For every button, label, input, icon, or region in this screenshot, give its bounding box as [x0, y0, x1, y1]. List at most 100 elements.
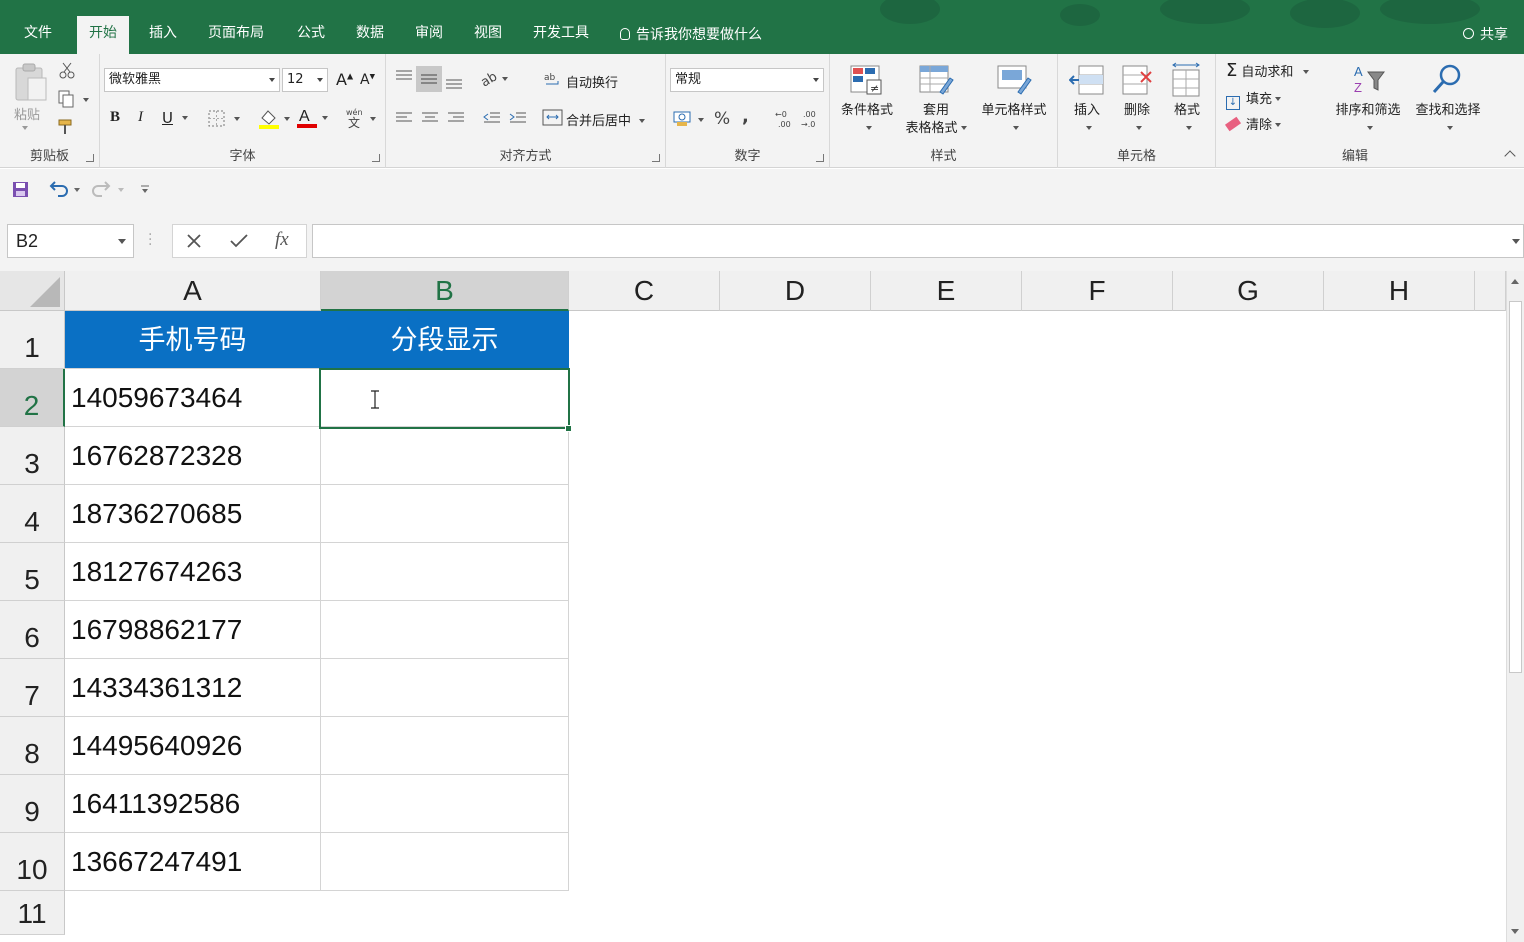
confirm-entry-button[interactable]	[229, 232, 249, 254]
column-header-partial[interactable]	[1475, 271, 1506, 311]
redo-button[interactable]	[92, 179, 128, 203]
cell-a10[interactable]: 13667247491	[65, 833, 321, 891]
percent-button[interactable]: %	[714, 109, 730, 129]
underline-dropdown-icon[interactable]	[182, 116, 188, 120]
format-cells-button[interactable]: 格式	[1164, 62, 1210, 138]
accounting-format-button[interactable]	[672, 108, 708, 134]
cell-b7[interactable]	[321, 659, 569, 717]
align-left-button[interactable]	[394, 110, 414, 130]
tab-insert[interactable]: 插入	[137, 16, 189, 54]
align-top-button[interactable]	[394, 68, 414, 92]
cell-b6[interactable]	[321, 601, 569, 659]
column-header-f[interactable]: F	[1022, 271, 1173, 311]
font-size-combo[interactable]: 12	[282, 68, 328, 92]
expand-formula-bar-icon[interactable]	[1512, 239, 1520, 244]
cell-a4[interactable]: 18736270685	[65, 485, 321, 543]
cell-b10[interactable]	[321, 833, 569, 891]
cell-a6[interactable]: 16798862177	[65, 601, 321, 659]
share-button[interactable]: 共享	[1463, 16, 1508, 54]
name-box[interactable]: B2	[7, 224, 134, 258]
row-header-6[interactable]: 6	[0, 601, 65, 659]
tab-formulas[interactable]: 公式	[285, 16, 337, 54]
number-launcher-icon[interactable]	[816, 154, 824, 162]
border-button[interactable]	[208, 110, 242, 132]
format-as-table-button[interactable]: 套用 表格格式	[896, 62, 976, 138]
tell-me-search[interactable]: 告诉我你想要做什么	[620, 16, 762, 54]
column-header-c[interactable]: C	[569, 271, 720, 311]
column-header-e[interactable]: E	[871, 271, 1022, 311]
font-launcher-icon[interactable]	[372, 154, 380, 162]
tab-page-layout[interactable]: 页面布局	[196, 16, 276, 54]
row-header-9[interactable]: 9	[0, 775, 65, 833]
delete-cells-button[interactable]: 删除	[1114, 62, 1160, 138]
tab-data[interactable]: 数据	[344, 16, 396, 54]
tab-view[interactable]: 视图	[462, 16, 514, 54]
tab-file[interactable]: 文件	[12, 16, 64, 54]
row-header-4[interactable]: 4	[0, 485, 65, 543]
cell-b9[interactable]	[321, 775, 569, 833]
tab-home[interactable]: 开始	[77, 16, 129, 54]
fill-color-button[interactable]	[258, 108, 292, 134]
autosum-button[interactable]: Σ 自动求和	[1226, 60, 1310, 81]
cell-a2[interactable]: 14059673464	[65, 369, 321, 427]
row-header-11[interactable]: 11	[0, 891, 65, 935]
align-center-button[interactable]	[420, 110, 440, 130]
row-header-5[interactable]: 5	[0, 543, 65, 601]
row-header-7[interactable]: 7	[0, 659, 65, 717]
phonetic-button[interactable]: wén 文	[344, 107, 380, 133]
conditional-formatting-button[interactable]: ≠ 条件格式	[832, 62, 902, 138]
align-bottom-button[interactable]	[444, 68, 464, 96]
insert-function-button[interactable]: fx	[275, 229, 289, 251]
cell-a8[interactable]: 14495640926	[65, 717, 321, 775]
orientation-button[interactable]: ab	[478, 68, 514, 94]
clear-button[interactable]: 清除	[1224, 114, 1282, 133]
column-header-g[interactable]: G	[1173, 271, 1324, 311]
cell-b5[interactable]	[321, 543, 569, 601]
font-color-button[interactable]: A	[296, 106, 332, 134]
cell-a3[interactable]: 16762872328	[65, 427, 321, 485]
alignment-launcher-icon[interactable]	[652, 154, 660, 162]
select-all-button[interactable]	[0, 271, 65, 311]
cancel-entry-button[interactable]	[185, 232, 203, 254]
italic-button[interactable]: I	[138, 109, 143, 126]
undo-button[interactable]	[48, 179, 84, 203]
column-header-b[interactable]: B	[321, 271, 569, 311]
find-select-button[interactable]: 查找和选择	[1408, 62, 1488, 138]
row-header-2[interactable]: 2	[0, 369, 65, 427]
number-format-combo[interactable]: 常规	[670, 68, 824, 92]
merge-center-button[interactable]: 合并后居中	[566, 110, 646, 129]
row-header-8[interactable]: 8	[0, 717, 65, 775]
customize-qat-icon[interactable]	[140, 183, 150, 199]
cell-b3[interactable]	[321, 427, 569, 485]
insert-cells-button[interactable]: 插入	[1064, 62, 1110, 138]
paste-button[interactable]	[14, 62, 48, 106]
grow-font-icon[interactable]: A▲	[336, 70, 353, 89]
cut-button[interactable]	[58, 62, 76, 84]
vertical-scrollbar[interactable]	[1506, 271, 1524, 942]
decrease-indent-button[interactable]	[482, 110, 502, 130]
copy-button[interactable]	[58, 90, 92, 112]
clipboard-launcher-icon[interactable]	[86, 154, 94, 162]
sort-filter-button[interactable]: AZ 排序和筛选	[1328, 62, 1408, 138]
paste-dropdown-icon[interactable]	[22, 126, 28, 130]
cell-styles-button[interactable]: 单元格样式	[972, 62, 1056, 138]
formula-input[interactable]	[312, 224, 1524, 258]
cell-b1[interactable]: 分段显示	[321, 311, 569, 369]
column-header-h[interactable]: H	[1324, 271, 1475, 311]
cell-a1[interactable]: 手机号码	[65, 311, 321, 369]
scroll-down-icon[interactable]	[1511, 929, 1519, 934]
column-header-d[interactable]: D	[720, 271, 871, 311]
row-header-10[interactable]: 10	[0, 833, 65, 891]
wrap-text-button[interactable]: 自动换行	[566, 72, 618, 91]
scrollbar-thumb[interactable]	[1509, 301, 1522, 673]
increase-decimal-button[interactable]: ←0.00	[774, 108, 796, 134]
scroll-up-icon[interactable]	[1511, 279, 1519, 284]
cell-a5[interactable]: 18127674263	[65, 543, 321, 601]
row-header-1[interactable]: 1	[0, 311, 65, 369]
align-right-button[interactable]	[446, 110, 466, 130]
cell-b4[interactable]	[321, 485, 569, 543]
fill-handle[interactable]	[565, 425, 572, 432]
cell-a9[interactable]: 16411392586	[65, 775, 321, 833]
increase-indent-button[interactable]	[508, 110, 528, 130]
collapse-ribbon-icon[interactable]	[1504, 150, 1516, 162]
